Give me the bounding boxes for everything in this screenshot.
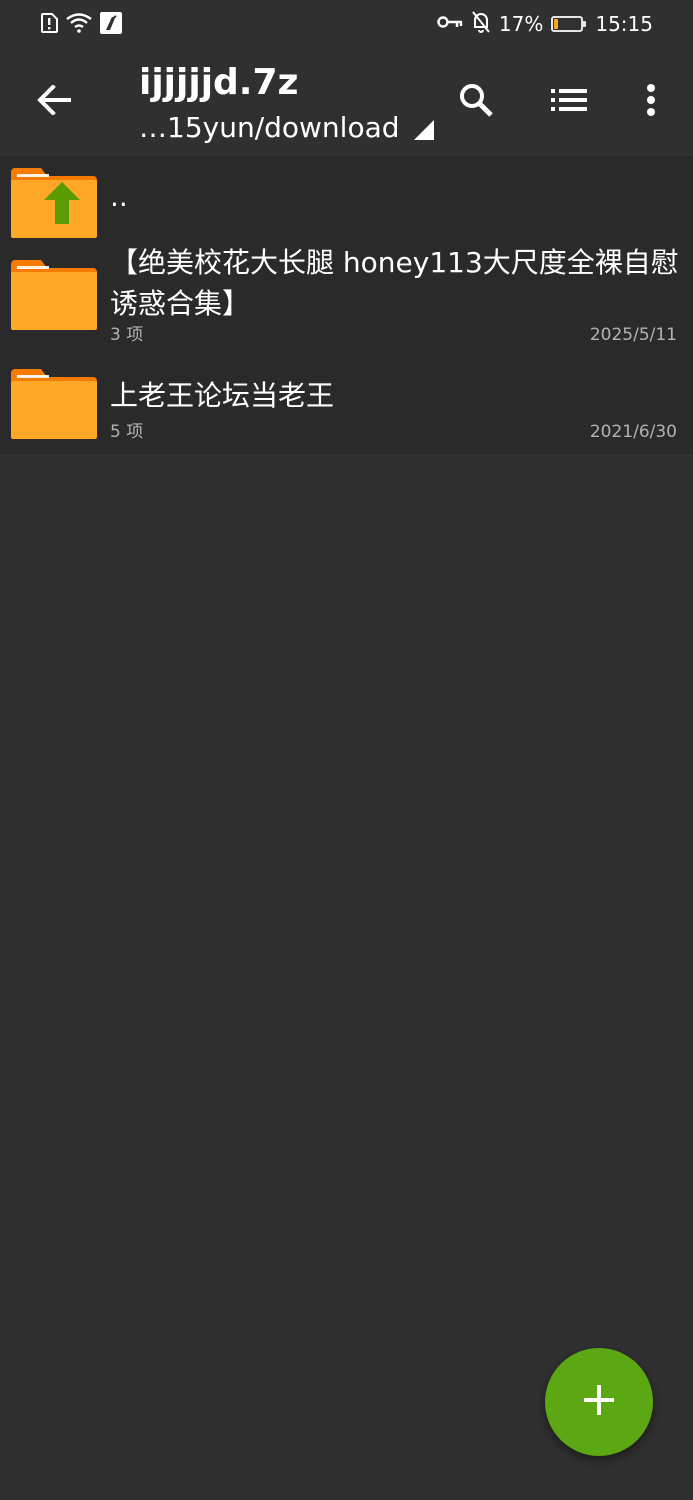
status-right-icons: 17% 15:15	[437, 10, 653, 38]
status-bar: 17% 15:15	[0, 0, 693, 48]
folder-name: 上老王论坛当老王	[110, 379, 335, 412]
item-count: 5 项	[110, 422, 144, 442]
more-options-button[interactable]	[627, 78, 675, 126]
folder-name: 【绝美校花大长腿 honey113大尺度全裸自慰诱惑合集】	[110, 246, 679, 320]
folder-up-icon	[11, 168, 97, 242]
dropdown-triangle-icon	[413, 120, 434, 140]
list-item[interactable]: 上老王论坛当老王 5 项 2021/6/30	[0, 361, 693, 455]
plus-icon	[584, 1385, 614, 1419]
status-left-icons	[40, 12, 122, 38]
key-icon	[437, 14, 463, 34]
battery-level-fill	[554, 19, 559, 29]
more-vert-icon	[646, 83, 656, 121]
add-fab-button[interactable]	[545, 1348, 653, 1456]
parent-directory-label: ..	[110, 180, 128, 213]
battery-percent: 17%	[498, 12, 544, 36]
wifi-icon	[66, 13, 92, 37]
path-dropdown[interactable]: …15yun/download	[139, 106, 439, 146]
alert-icon	[40, 13, 58, 37]
folder-meta: 3 项 2025/5/11	[110, 324, 677, 346]
list-view-button[interactable]	[545, 78, 593, 126]
search-icon	[458, 82, 494, 122]
app-toolbar: ijjjjjd.7z …15yun/download	[0, 48, 693, 156]
list-view-icon	[551, 88, 587, 116]
list-item[interactable]: 【绝美校花大长腿 honey113大尺度全裸自慰诱惑合集】 3 项 2025/5…	[0, 246, 693, 361]
app-notification-icon	[100, 12, 122, 38]
folder-meta: 5 项 2021/6/30	[110, 421, 677, 443]
title-block: ijjjjjd.7z …15yun/download	[139, 60, 439, 146]
battery-icon	[551, 16, 587, 32]
back-button[interactable]	[26, 76, 82, 128]
archive-title: ijjjjjd.7z	[139, 62, 299, 103]
modified-date: 2025/5/11	[589, 325, 677, 345]
current-path: …15yun/download	[139, 111, 400, 144]
file-list: .. 【绝美校花大长腿 honey113大尺度全裸自慰诱惑合集】 3 项 202…	[0, 156, 693, 455]
folder-icon	[11, 260, 97, 334]
parent-directory-row[interactable]: ..	[0, 156, 693, 246]
folder-icon	[11, 369, 97, 443]
modified-date: 2021/6/30	[589, 422, 677, 442]
back-arrow-icon	[37, 84, 71, 119]
item-count: 3 项	[110, 325, 144, 345]
bell-off-icon	[471, 11, 491, 37]
search-button[interactable]	[452, 78, 500, 126]
clock-time: 15:15	[595, 12, 653, 36]
